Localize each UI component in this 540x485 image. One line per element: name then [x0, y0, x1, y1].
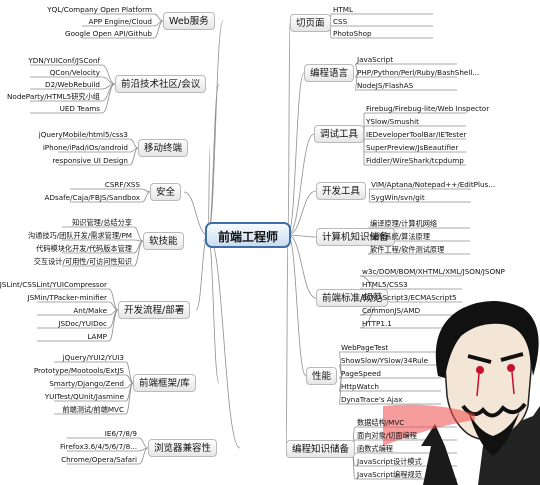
- leaf-link: [133, 226, 144, 242]
- branch-7-title: 前端框架/库: [133, 374, 196, 392]
- leaf-link: [108, 288, 119, 311]
- branch-link-1: [207, 20, 224, 236]
- leaf-item: responsive UI Design: [52, 156, 128, 165]
- leaf-item: YQL/Company Open Platform: [47, 5, 152, 14]
- leaf-item: jQueryMobile/html5/css3: [38, 130, 128, 139]
- leaf-item: 知识管理/总结分享: [72, 218, 132, 227]
- branch-5-title: 软技能: [143, 232, 184, 250]
- leaf-item: JSLint/CSSLint/YUICompressor: [0, 280, 107, 289]
- leaf-item: DynaTrace's Ajax: [341, 395, 403, 404]
- branch-6-title: 开发流程/部署: [118, 301, 191, 319]
- leaf-item: 函数式编程: [357, 444, 393, 453]
- leaf-item: Smarty/Django/Zend: [49, 379, 124, 388]
- leaf-item: UED Teams: [59, 104, 100, 113]
- leaf-link: [101, 64, 116, 85]
- leaf-link: [101, 83, 116, 114]
- leaf-item: APP Engine/Cloud: [88, 17, 152, 26]
- leaf-link: [133, 240, 144, 267]
- leaf-item: D2/WebRebuild: [45, 80, 100, 89]
- mind-map: 前端工程师 Web服务 YQL/Company Open Platform APP …: [0, 0, 540, 485]
- leaf-item: QCon/Velocity: [49, 68, 100, 77]
- branch-link-14: [287, 234, 317, 299]
- leaf-item: PhotoShop: [333, 29, 372, 38]
- leaf-item: Google Open API/Github: [65, 29, 152, 38]
- leaf-item: PHP/Python/Perl/Ruby/BashShell...: [357, 68, 480, 77]
- leaf-item: NodeParty/HTML5研究小组: [7, 92, 100, 101]
- leaf-link: [138, 437, 149, 449]
- leaf-item: ADsafe/Caja/FBJS/Sandbox: [44, 193, 140, 202]
- center-node: 前端工程师: [205, 222, 291, 248]
- leaf-link: [141, 188, 151, 193]
- leaf-link: [141, 191, 151, 203]
- leaf-item: Firefox3.6/4/5/6/7/8...: [59, 442, 137, 451]
- branch-1-title: Web服务: [163, 12, 215, 30]
- leaf-link: [153, 13, 164, 22]
- branch-15-title: 性能: [306, 367, 338, 385]
- leaf-item: Chrome/Opera/Safari: [61, 455, 137, 464]
- leaf-item: JavaScript设计模式: [357, 457, 422, 466]
- leaf-item: 面向对象/切面编程: [357, 431, 417, 440]
- branch-link-8: [207, 234, 241, 449]
- leaf-item: 沟通技巧/团队开发/需求管理/PM: [27, 231, 132, 240]
- leaf-item: iPhone/iPad/iOs/android: [42, 143, 128, 152]
- leaf-item: IE6/7/8/9: [104, 429, 137, 438]
- leaf-item: WebPageTest: [341, 343, 389, 352]
- leaf-item: CSRF/XSS: [104, 180, 140, 189]
- branch-link-10: [287, 72, 305, 236]
- branch-link-9: [287, 22, 291, 236]
- branch-4-title: 安全: [150, 183, 182, 201]
- branch-link-7: [207, 234, 220, 384]
- leaf-item: 操作系统/算法原理: [370, 232, 430, 241]
- leaf-item: VIM/Aptana/Notepad++/EditPlus...: [371, 180, 496, 189]
- leaf-item: JavaScript编程规范: [357, 470, 422, 479]
- branch-link-15: [287, 234, 307, 377]
- leaf-item: SuperPreview/JsBeautifier: [366, 143, 459, 152]
- leaf-item: HttpWatch: [341, 382, 379, 391]
- leaf-item: Firebug/Firebug-lite/Web Inspector: [366, 104, 490, 113]
- leaf-item: JSMin/TPacker-minifier: [27, 293, 108, 302]
- leaf-item: ShowSlow/YSlow/34Rule: [341, 356, 429, 365]
- leaf-link: [138, 447, 149, 465]
- leaf-item: 代码模块化开发/代码版本管理: [36, 244, 132, 253]
- leaf-item: 数据结构/MVC: [357, 418, 405, 427]
- leaf-item: 交互设计/可用性/可访问性知识: [33, 257, 132, 266]
- leaf-link: [129, 138, 139, 149]
- leaf-item: Prototype/Mootools/ExtJS: [33, 366, 124, 375]
- leaf-item: CommonJS/AMD: [362, 306, 421, 315]
- branch-11-title: 调试工具: [314, 125, 365, 143]
- branch-link-6: [195, 234, 209, 311]
- leaf-item: 软件工程/软件测试原理: [370, 245, 445, 254]
- leaf-item: ECMAScript3/ECMAScript5: [362, 293, 457, 302]
- leaf-item: NodeJS/FlashAS: [357, 81, 414, 90]
- leaf-item: Ant/Make: [73, 306, 107, 315]
- branch-2-title: 前沿技术社区/会议: [115, 75, 207, 93]
- leaf-item: 编译原理/计算机网络: [370, 219, 438, 228]
- leaf-item: JavaScript: [357, 55, 394, 64]
- branch-16-title: 编程知识储备: [286, 440, 356, 458]
- leaf-item: PageSpeed: [341, 369, 381, 378]
- leaf-item: 前端测试/前端MVC: [62, 405, 124, 414]
- branch-3-title: 移动终端: [138, 139, 189, 157]
- leaf-item: LAMP: [87, 332, 107, 341]
- leaf-item: jQuery/YUI2/YUI3: [62, 353, 124, 362]
- branch-link-16: [285, 234, 289, 450]
- branch-9-title: 切页面: [290, 14, 331, 32]
- leaf-item: HTML: [333, 5, 354, 14]
- leaf-item: JSDoc/YUIDoc: [58, 319, 107, 328]
- leaf-item: YDN/YUIConf/JSConf: [28, 56, 100, 65]
- leaf-item: CSS: [333, 17, 348, 26]
- leaf-item: SygWin/svn/git: [371, 193, 425, 202]
- leaf-item: Fiddler/WireShark/tcpdump: [366, 156, 464, 165]
- leaf-item: YSlow/Smushit: [366, 117, 419, 126]
- leaf-link: [368, 190, 371, 203]
- branch-10-title: 编程语言: [304, 64, 355, 82]
- branch-12-title: 开发工具: [316, 182, 367, 200]
- leaf-item: IEDeveloperToolBar/IETester: [366, 130, 467, 139]
- leaf-item: YUITest/QUnit/Jasmine: [44, 392, 124, 401]
- leaf-item: HTTP1.1: [362, 319, 392, 328]
- leaf-item: w3c/DOM/BOM/XHTML/XML/JSON/JSONP: [362, 267, 505, 276]
- leaf-item: HTML5/CSS3: [362, 280, 408, 289]
- branch-8-title: 浏览器兼容性: [148, 439, 218, 457]
